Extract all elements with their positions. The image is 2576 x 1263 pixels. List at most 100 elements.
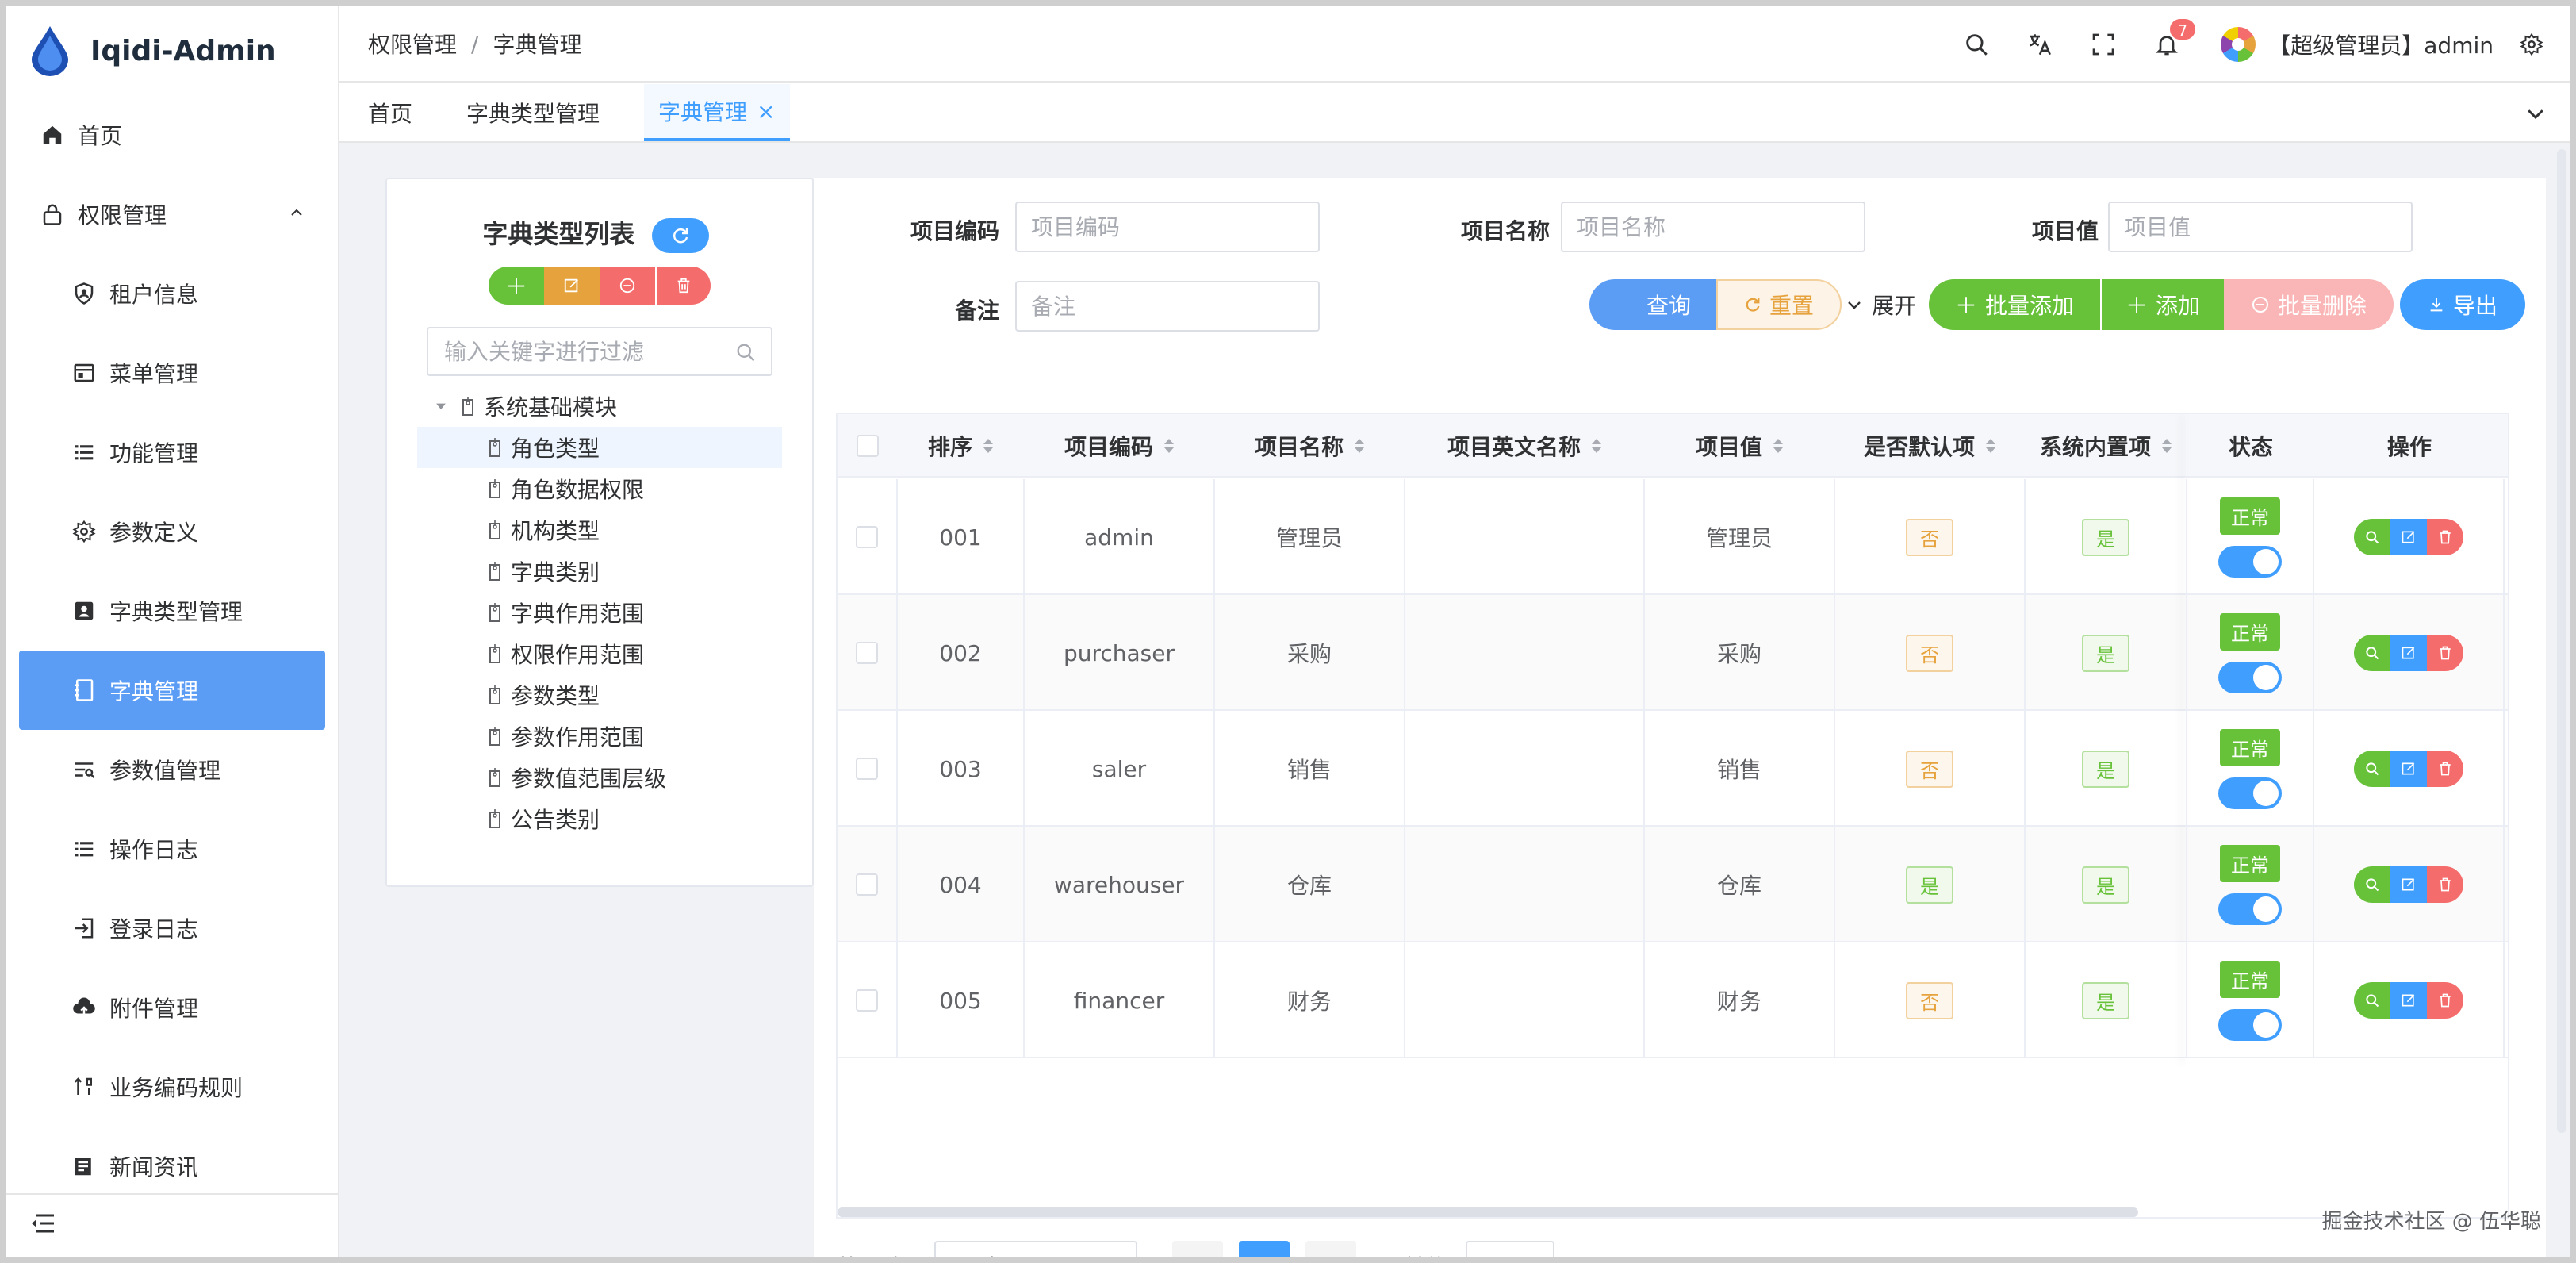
tree-node[interactable]: 参数作用范围 [417, 716, 782, 757]
tab-home[interactable]: 首页 [355, 84, 425, 141]
col-header[interactable]: 排序 [898, 414, 1025, 478]
edit-button[interactable] [2390, 866, 2427, 903]
tree-node[interactable]: 公告类别 [417, 798, 782, 839]
tree-node[interactable]: 权限作用范围 [417, 633, 782, 674]
col-header[interactable]: 是否默认项 [1835, 414, 2026, 478]
sort-icon[interactable] [1590, 436, 1603, 455]
tree-node[interactable]: 参数类型 [417, 674, 782, 716]
sort-icon[interactable] [1353, 436, 1366, 455]
reset-button[interactable]: 重置 [1716, 279, 1842, 330]
sidebar-item-login-log[interactable]: 登录日志 [6, 889, 338, 968]
avatar[interactable] [2221, 27, 2256, 62]
row-checkbox[interactable] [856, 989, 878, 1012]
app-logo[interactable]: Iqidi-Admin [29, 22, 276, 79]
caret-down-icon[interactable] [433, 398, 449, 414]
status-switch[interactable] [2218, 893, 2282, 925]
value-input[interactable] [2108, 202, 2413, 252]
query-button[interactable]: 查询 [1589, 279, 1716, 330]
sidebar-item-param-values[interactable]: 参数值管理 [6, 730, 338, 809]
goto-page-input[interactable] [1465, 1241, 1554, 1257]
table-row[interactable]: 001 admin 管理员 管理员 否 是 正常 [838, 479, 2508, 595]
delete-button[interactable] [2427, 635, 2463, 671]
sidebar-item-menu[interactable]: 菜单管理 [6, 333, 338, 413]
settings-gear-icon[interactable] [2516, 29, 2547, 60]
col-header[interactable]: 项目名称 [1215, 414, 1405, 478]
sidebar-item-attachments[interactable]: 附件管理 [6, 968, 338, 1047]
row-checkbox[interactable] [856, 873, 878, 896]
fullscreen-icon[interactable] [2087, 29, 2119, 60]
sidebar-item-code-rules[interactable]: 业务编码规则 [6, 1047, 338, 1127]
tree-add-button[interactable]: ＋ [489, 267, 544, 305]
view-button[interactable] [2354, 519, 2390, 555]
delete-button[interactable] [2427, 751, 2463, 787]
tab-dict[interactable]: 字典管理 × [644, 84, 790, 141]
view-button[interactable] [2354, 751, 2390, 787]
bell-icon[interactable]: 7 [2151, 17, 2198, 60]
table-row[interactable]: 005 financer 财务 财务 否 是 正常 [838, 942, 2508, 1058]
tab-dict-type[interactable]: 字典类型管理 [454, 84, 612, 141]
delete-button[interactable] [2427, 519, 2463, 555]
remark-input[interactable] [1015, 281, 1320, 332]
page-size-select[interactable]: 50条/页 [933, 1241, 1137, 1257]
col-header[interactable]: 系统内置项 [2026, 414, 2187, 478]
sidebar-item-params[interactable]: 参数定义 [6, 492, 338, 571]
search-icon[interactable] [1961, 29, 1992, 60]
sidebar-item-op-log[interactable]: 操作日志 [6, 809, 338, 889]
name-input[interactable] [1561, 202, 1865, 252]
row-checkbox[interactable] [856, 642, 878, 664]
view-button[interactable] [2354, 635, 2390, 671]
add-button[interactable]: ＋ 添加 [2100, 279, 2224, 330]
table-row[interactable]: 003 saler 销售 销售 否 是 正常 [838, 711, 2508, 827]
vertical-scrollbar[interactable] [2557, 149, 2566, 1133]
sidebar-item-dict-type[interactable]: 字典类型管理 [6, 571, 338, 651]
export-button[interactable]: 导出 [2400, 279, 2525, 330]
tree-node[interactable]: 机构类型 [417, 509, 782, 551]
tree-node[interactable]: 角色数据权限 [417, 468, 782, 509]
row-checkbox[interactable] [856, 526, 878, 548]
code-input[interactable] [1015, 202, 1320, 252]
tree-node-root[interactable]: 系统基础模块 [417, 386, 782, 427]
status-switch[interactable] [2218, 1008, 2282, 1041]
tree-node[interactable]: 字典类别 [417, 551, 782, 592]
expand-toggle[interactable]: 展开 [1845, 279, 1924, 330]
view-button[interactable] [2354, 982, 2390, 1019]
batch-add-button[interactable]: ＋ 批量添加 [1929, 279, 2100, 330]
chevron-down-icon[interactable] [2524, 102, 2547, 125]
edit-button[interactable] [2390, 751, 2427, 787]
tree-node[interactable]: 字典作用范围 [417, 592, 782, 633]
col-header[interactable]: 项目英文名称 [1405, 414, 1645, 478]
close-icon[interactable]: × [757, 98, 775, 125]
sidebar-item-functions[interactable]: 功能管理 [6, 413, 338, 492]
col-header[interactable]: 项目值 [1645, 414, 1835, 478]
prev-page-button[interactable] [1171, 1241, 1223, 1257]
translate-icon[interactable] [2024, 29, 2056, 60]
tree-filter-input[interactable] [444, 338, 730, 365]
status-switch[interactable] [2218, 545, 2282, 578]
sort-icon[interactable] [1984, 436, 1997, 455]
status-switch[interactable] [2218, 777, 2282, 809]
col-header[interactable]: 项目编码 [1025, 414, 1215, 478]
edit-button[interactable] [2390, 519, 2427, 555]
row-checkbox[interactable] [856, 758, 878, 780]
sort-icon[interactable] [2160, 436, 2173, 455]
edit-button[interactable] [2390, 635, 2427, 671]
horizontal-scrollbar[interactable] [838, 1207, 2138, 1217]
sidebar-item-dict[interactable]: 字典管理 [19, 651, 325, 730]
sidebar-item-permissions[interactable]: 权限管理 [6, 175, 338, 254]
table-row[interactable]: 004 warehouser 仓库 仓库 是 是 正常 [838, 827, 2508, 942]
collapse-menu-icon[interactable] [30, 1212, 56, 1234]
tree-delete-button[interactable] [655, 267, 711, 305]
tree-edit-button[interactable] [544, 267, 600, 305]
sidebar-item-home[interactable]: 首页 [6, 95, 338, 175]
delete-button[interactable] [2427, 982, 2463, 1019]
delete-button[interactable] [2427, 866, 2463, 903]
breadcrumb-item[interactable]: 权限管理 [368, 28, 457, 60]
sort-icon[interactable] [982, 436, 995, 455]
next-page-button[interactable] [1305, 1241, 1356, 1257]
batch-delete-button[interactable]: 批量删除 [2224, 279, 2394, 330]
tree-node[interactable]: 角色类型 [417, 427, 782, 468]
sort-icon[interactable] [1163, 436, 1175, 455]
tree-remove-button[interactable] [600, 267, 655, 305]
sidebar-item-tenant[interactable]: 租户信息 [6, 254, 338, 333]
sort-icon[interactable] [1772, 436, 1784, 455]
